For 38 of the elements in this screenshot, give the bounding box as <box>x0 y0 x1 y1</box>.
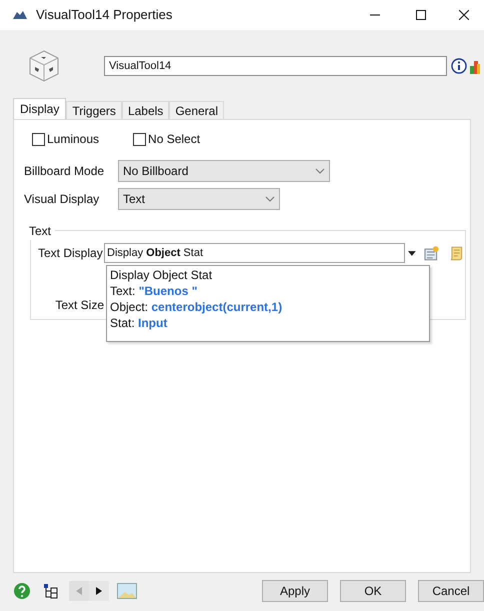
forward-button[interactable] <box>89 581 109 601</box>
info-icon[interactable] <box>451 58 467 74</box>
left-triangle-icon <box>76 587 82 595</box>
field-label: Text Display <box>38 245 104 262</box>
dialog-button[interactable]: Apply <box>262 580 328 602</box>
tab[interactable]: Display <box>13 98 66 119</box>
tab[interactable]: Triggers <box>66 101 122 119</box>
tab[interactable]: Labels <box>122 101 170 119</box>
dropdown-arrow-icon[interactable] <box>408 250 416 256</box>
help-icon[interactable] <box>13 582 31 600</box>
properties-icon[interactable] <box>424 245 440 261</box>
popup-item[interactable]: Text: "Buenos " <box>110 283 426 299</box>
popup-item[interactable]: Display Object Stat <box>110 267 426 283</box>
field-label: Text Size <box>54 297 105 314</box>
app-icon <box>12 10 28 20</box>
checkbox[interactable] <box>133 132 146 146</box>
tab[interactable]: General <box>169 101 224 119</box>
popup-item[interactable]: Stat: Input <box>110 315 426 331</box>
chart-icon[interactable] <box>470 58 480 74</box>
dialog-button[interactable]: OK <box>340 580 406 602</box>
name-field[interactable]: VisualTool14 <box>104 56 447 76</box>
field-label: Visual Display <box>24 191 100 208</box>
close-icon <box>459 10 469 20</box>
popup-item[interactable]: Object: centerobject(current,1) <box>110 299 426 315</box>
chevron-down-icon <box>265 196 275 202</box>
tree-icon[interactable] <box>43 583 59 599</box>
dialog-button[interactable]: Cancel <box>418 580 484 602</box>
checkbox-label: Luminous <box>47 131 100 148</box>
checkbox-label: No Select <box>148 131 200 148</box>
visual-display-select[interactable]: Text <box>118 188 280 210</box>
checkbox[interactable] <box>32 132 45 146</box>
maximize-icon <box>416 10 426 20</box>
field-label: Billboard Mode <box>24 163 106 180</box>
chevron-down-icon <box>315 168 325 174</box>
text-display-field[interactable]: Display Object Stat <box>104 243 406 263</box>
right-triangle-icon <box>96 587 102 595</box>
billboard-mode-select[interactable]: No Billboard <box>118 160 330 182</box>
window-title: VisualTool14 Properties <box>36 6 172 24</box>
